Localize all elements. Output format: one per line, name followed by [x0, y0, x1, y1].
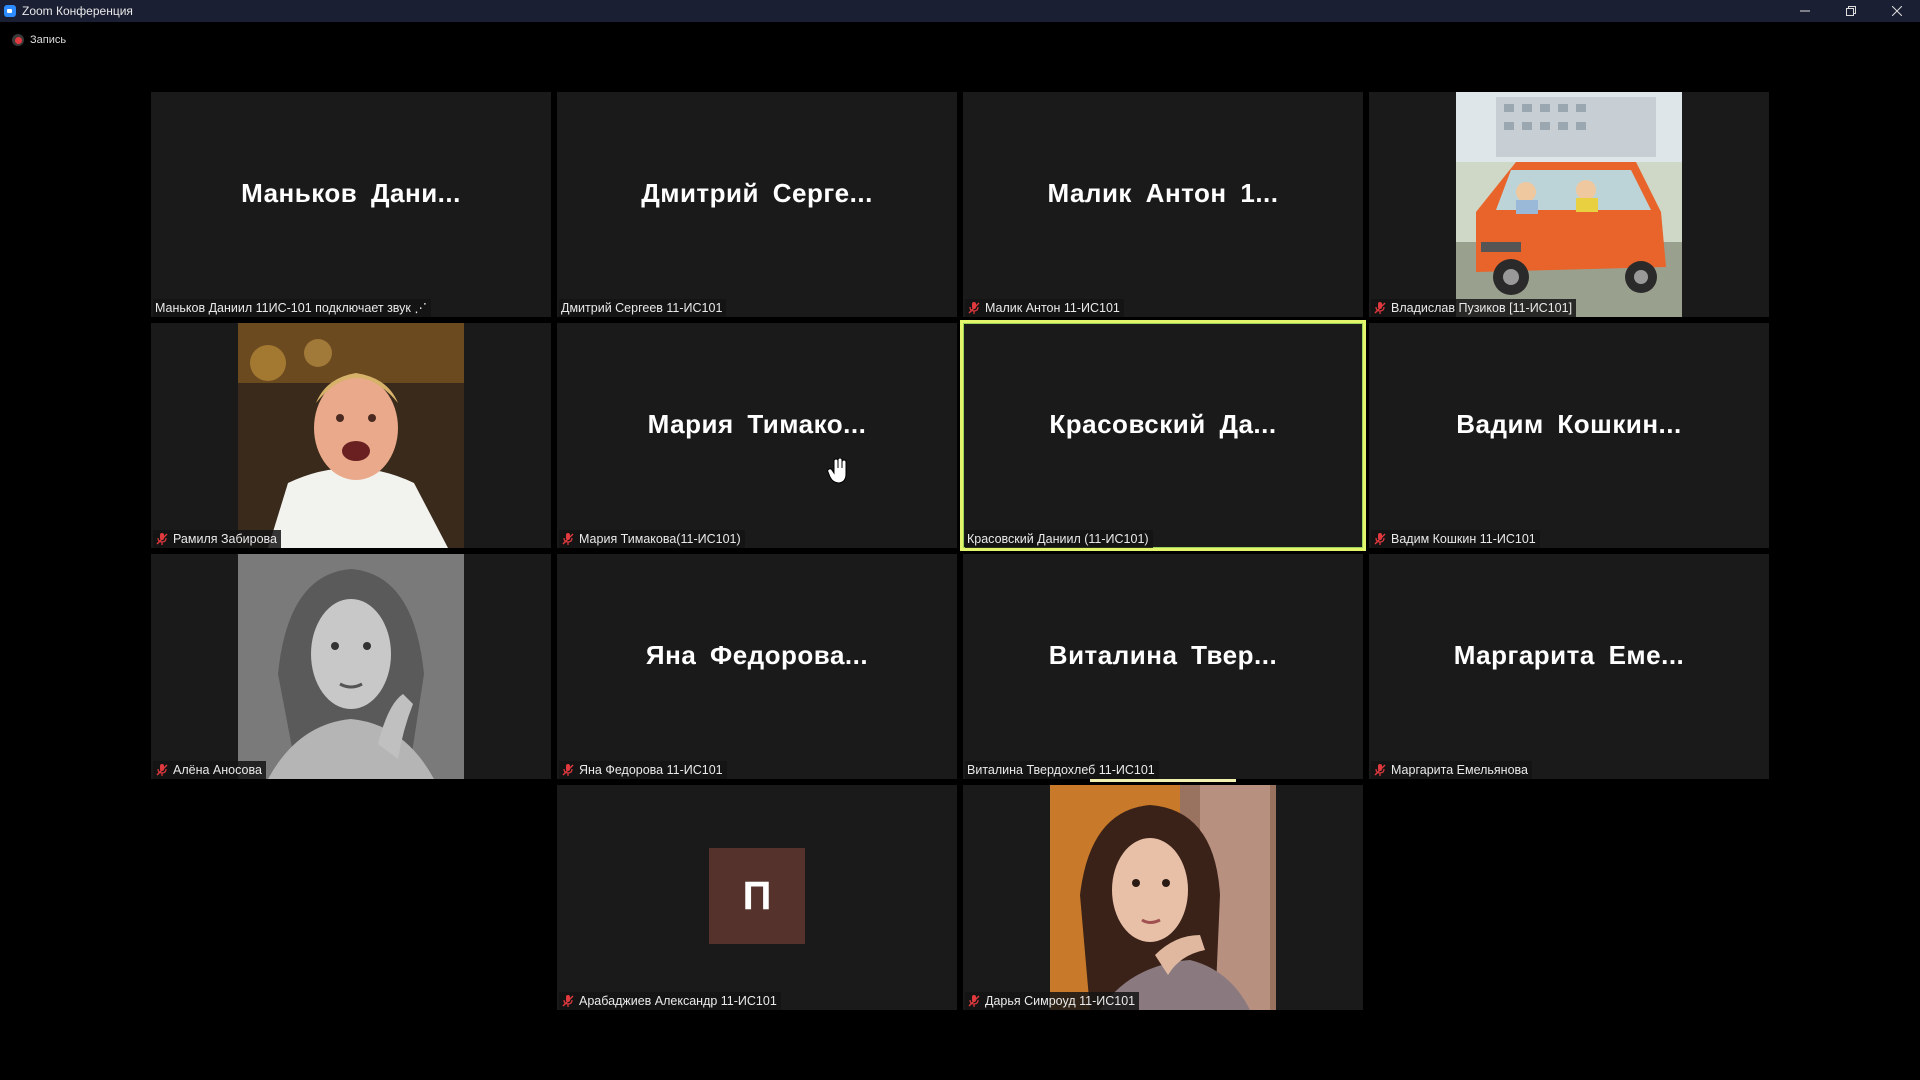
window-title: Zoom Конференция	[22, 4, 133, 18]
mic-muted-icon	[1374, 302, 1386, 314]
participant-big-name: Малик Антон 1...	[1047, 178, 1279, 208]
mic-muted-icon	[562, 533, 574, 545]
participant-name: Виталина Твердохлеб 11-ИС101	[967, 763, 1155, 777]
participant-name-label: Виталина Твердохлеб 11-ИС101	[965, 761, 1159, 779]
close-icon	[1892, 6, 1902, 16]
title-bar: Zoom Конференция	[0, 0, 1920, 22]
participant-name: Арабаджиев Александр 11-ИС101	[579, 994, 777, 1008]
portrait-photo-image	[238, 554, 464, 779]
participant-tile[interactable]: Мария Тимако... Мария Тимакова(11-ИС101)	[557, 323, 957, 548]
window-controls	[1782, 0, 1920, 22]
participant-tile[interactable]: Малик Антон 1... Малик Антон 11-ИС101	[963, 92, 1363, 317]
record-icon	[12, 34, 24, 46]
participant-tile[interactable]: Вадим Кошкин... Вадим Кошкин 11-ИС101	[1369, 323, 1769, 548]
participant-tile[interactable]: П Арабаджиев Александр 11-ИС101	[557, 785, 957, 1010]
participant-name-label: Арабаджиев Александр 11-ИС101	[559, 992, 781, 1010]
participant-name: Маньков Даниил 11ИС-101 подключает звук …	[155, 301, 427, 315]
participant-tile[interactable]: Алёна Аносова	[151, 554, 551, 779]
participant-name: Алёна Аносова	[173, 763, 262, 777]
participant-tile[interactable]: Маньков Дани... Маньков Даниил 11ИС-101 …	[151, 92, 551, 317]
participant-name-label: Дмитрий Сергеев 11-ИС101	[559, 299, 727, 317]
participant-tile[interactable]: Маргарита Еме... Маргарита Емельянова	[1369, 554, 1769, 779]
mic-muted-icon	[968, 302, 980, 314]
zoom-app-icon	[4, 5, 16, 17]
participant-tile[interactable]: Владислав Пузиков [11-ИС101]	[1369, 92, 1769, 317]
mic-muted-icon	[562, 764, 574, 776]
participant-name-label: Рамиля Забирова	[153, 530, 281, 548]
participant-tile-active-speaker[interactable]: Красовский Да... Красовский Даниил (11-И…	[960, 320, 1366, 551]
participant-name-label: Вадим Кошкин 11-ИС101	[1371, 530, 1540, 548]
participant-name-label: Алёна Аносова	[153, 761, 266, 779]
meeting-gallery-view: Запись Маньков Дани... Маньков Даниил 11…	[0, 22, 1920, 1080]
participant-name: Красовский Даниил (11-ИС101)	[967, 532, 1149, 546]
participant-big-name: Маргарита Еме...	[1453, 640, 1685, 670]
participant-name: Яна Федорова 11-ИС101	[579, 763, 723, 777]
minimize-button[interactable]	[1782, 0, 1828, 22]
participant-name-label: Маньков Даниил 11ИС-101 подключает звук …	[153, 299, 431, 317]
portrait-photo-image	[1050, 785, 1276, 1010]
chef-photo-image	[238, 323, 464, 548]
restore-icon	[1846, 6, 1856, 16]
participant-tile[interactable]: Виталина Твер... Виталина Твердохлеб 11-…	[963, 554, 1363, 779]
participant-name-label: Дарья Симроуд 11-ИС101	[965, 992, 1140, 1010]
participant-name-label: Мария Тимакова(11-ИС101)	[559, 530, 745, 548]
mic-muted-icon	[968, 995, 980, 1007]
minimize-icon	[1800, 10, 1810, 12]
participant-name: Маргарита Емельянова	[1391, 763, 1528, 777]
recording-indicator[interactable]: Запись	[12, 34, 66, 46]
mic-muted-icon	[562, 995, 574, 1007]
participant-big-name: Яна Федорова...	[645, 640, 869, 670]
participant-video	[238, 323, 464, 548]
participant-name-label: Красовский Даниил (11-ИС101)	[965, 530, 1153, 548]
participant-big-name: Мария Тимако...	[647, 409, 867, 439]
participant-tile[interactable]: Яна Федорова... Яна Федорова 11-ИС101	[557, 554, 957, 779]
car-illustration-image	[1456, 92, 1682, 317]
close-button[interactable]	[1874, 0, 1920, 22]
participant-name-label: Яна Федорова 11-ИС101	[559, 761, 727, 779]
participant-avatar-initial: П	[709, 848, 805, 944]
mic-muted-icon	[156, 764, 168, 776]
participant-name: Владислав Пузиков [11-ИС101]	[1391, 301, 1573, 315]
participant-name: Малик Антон 11-ИС101	[985, 301, 1120, 315]
hand-cursor-icon	[827, 458, 847, 484]
participant-video	[238, 554, 464, 779]
participant-name-label: Маргарита Емельянова	[1371, 761, 1532, 779]
participant-big-name: Вадим Кошкин...	[1456, 409, 1682, 439]
mic-muted-icon	[1374, 764, 1386, 776]
participant-big-name: Маньков Дани...	[241, 178, 461, 208]
participant-name: Мария Тимакова(11-ИС101)	[579, 532, 741, 546]
mic-muted-icon	[1374, 533, 1386, 545]
restore-button[interactable]	[1828, 0, 1874, 22]
participant-tile[interactable]: Рамиля Забирова	[151, 323, 551, 548]
participant-video	[1456, 92, 1682, 317]
mic-muted-icon	[156, 533, 168, 545]
recording-label: Запись	[30, 34, 67, 46]
participant-big-name: Красовский Да...	[1049, 409, 1277, 439]
participant-video	[1050, 785, 1276, 1010]
participant-name-label: Владислав Пузиков [11-ИС101]	[1371, 299, 1577, 317]
participant-tile[interactable]: Дарья Симроуд 11-ИС101	[963, 785, 1363, 1010]
participant-name-label: Малик Антон 11-ИС101	[965, 299, 1124, 317]
participant-big-name: Виталина Твер...	[1048, 640, 1278, 670]
audio-level-bar	[1090, 779, 1236, 782]
participant-name: Рамиля Забирова	[173, 532, 277, 546]
participant-name: Дарья Симроуд 11-ИС101	[985, 994, 1136, 1008]
participant-tile[interactable]: Дмитрий Серге... Дмитрий Сергеев 11-ИС10…	[557, 92, 957, 317]
participant-name: Вадим Кошкин 11-ИС101	[1391, 532, 1536, 546]
participant-big-name: Дмитрий Серге...	[641, 178, 873, 208]
participant-name: Дмитрий Сергеев 11-ИС101	[561, 301, 723, 315]
